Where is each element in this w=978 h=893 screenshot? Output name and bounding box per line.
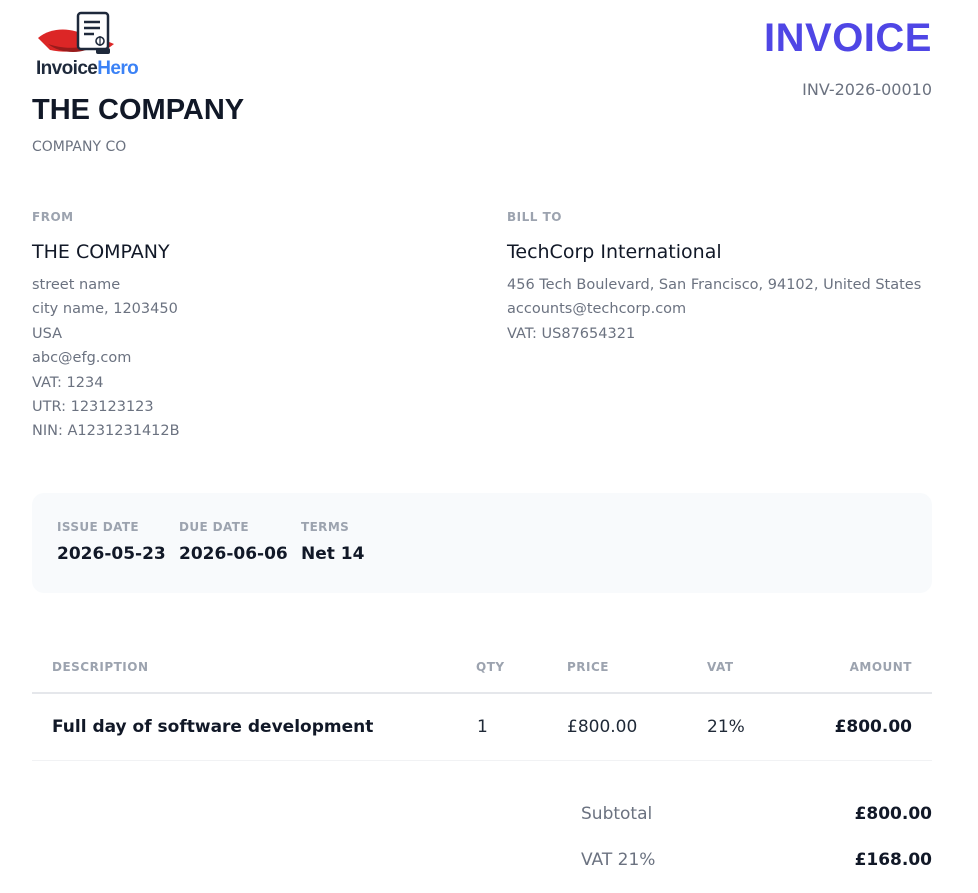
item-vat: 21% xyxy=(707,717,745,737)
from-name: THE COMPANY xyxy=(32,241,170,263)
invoice-meta-panel: ISSUE DATE 2026-05-23 DUE DATE 2026-06-0… xyxy=(32,493,932,593)
terms-value: Net 14 xyxy=(301,544,365,564)
subtotal-value: £800.00 xyxy=(854,804,932,824)
column-header-qty: QTY xyxy=(476,660,505,674)
invoice-document-with-cape-icon xyxy=(38,11,114,54)
due-date-value: 2026-06-06 xyxy=(179,544,288,564)
logo-text-invoice: Invoice xyxy=(36,58,98,79)
table-header-divider xyxy=(32,692,932,694)
from-line: UTR: 123123123 xyxy=(32,399,154,416)
issue-date-value: 2026-05-23 xyxy=(57,544,166,564)
column-header-description: DESCRIPTION xyxy=(52,660,149,674)
from-line: NIN: A1231231412B xyxy=(32,423,180,440)
column-header-amount: AMOUNT xyxy=(849,660,912,674)
vat-total-value: £168.00 xyxy=(854,850,932,870)
terms: TERMS Net 14 xyxy=(301,520,364,564)
bill-to-name: TechCorp International xyxy=(507,241,722,263)
bill-to-line: accounts@techcorp.com xyxy=(507,301,687,318)
from-line: abc@efg.com xyxy=(32,350,132,367)
item-qty: 1 xyxy=(477,717,488,737)
column-header-price: PRICE xyxy=(567,660,610,674)
terms-label: TERMS xyxy=(301,520,350,534)
due-date: DUE DATE 2026-06-06 xyxy=(179,520,288,564)
subtotal-label: Subtotal xyxy=(581,804,653,824)
from-label: FROM xyxy=(32,210,74,224)
logo-wordmark: InvoiceHero xyxy=(36,58,139,80)
item-description: Full day of software development xyxy=(52,717,374,737)
invoice-number: INV-2026-00010 xyxy=(802,80,932,99)
company-name: THE COMPANY xyxy=(32,94,245,126)
logo-text-hero: Hero xyxy=(97,58,139,79)
issue-date: ISSUE DATE 2026-05-23 xyxy=(57,520,166,564)
from-address: street name city name, 1203450 USA abc@e… xyxy=(32,273,180,444)
due-date-label: DUE DATE xyxy=(179,520,249,534)
from-line: VAT: 1234 xyxy=(32,374,104,391)
column-header-vat: VAT xyxy=(707,660,734,674)
invoice-title: INVOICE xyxy=(764,16,932,60)
item-price: £800.00 xyxy=(567,717,638,737)
bill-to-address: 456 Tech Boulevard, San Francisco, 94102… xyxy=(507,273,921,346)
from-line: city name, 1203450 xyxy=(32,301,178,318)
company-subtitle: COMPANY CO xyxy=(32,139,127,155)
item-amount: £800.00 xyxy=(834,717,912,737)
row-divider xyxy=(32,760,932,761)
brand-logo: InvoiceHero xyxy=(34,10,144,82)
from-line: USA xyxy=(32,325,63,342)
issue-date-label: ISSUE DATE xyxy=(57,520,140,534)
bill-to-label: BILL TO xyxy=(507,210,562,224)
bill-to-line: 456 Tech Boulevard, San Francisco, 94102… xyxy=(507,277,922,293)
bill-to-line: VAT: US87654321 xyxy=(507,325,636,342)
from-line: street name xyxy=(32,277,121,293)
vat-total-label: VAT 21% xyxy=(581,850,656,870)
